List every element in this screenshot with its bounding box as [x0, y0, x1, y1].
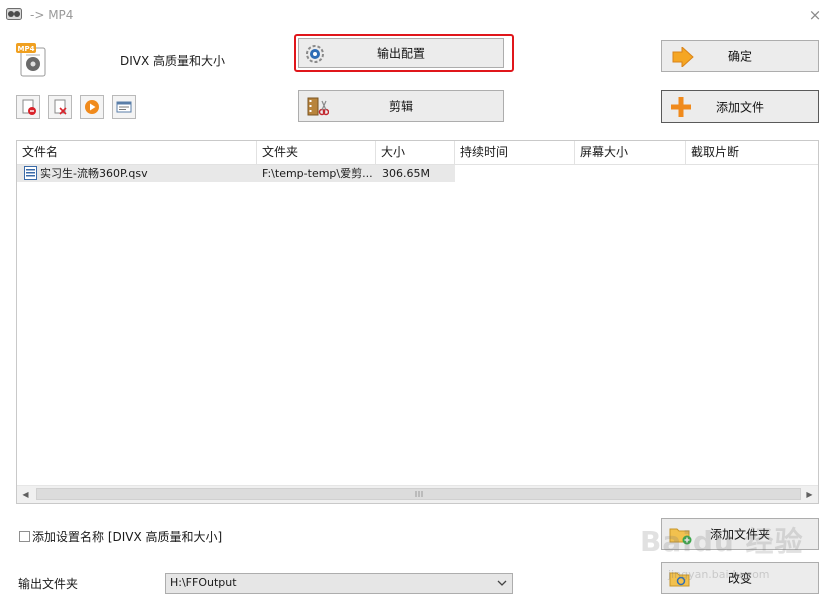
output-folder-label: 输出文件夹 [18, 577, 79, 591]
format-label: DIVX 高质量和大小 [120, 54, 226, 68]
column-header-duration[interactable]: 持续时间 [455, 141, 575, 164]
add-folder-button[interactable]: 添加文件夹 [661, 518, 819, 550]
add-folder-label: 添加文件夹 [709, 527, 770, 542]
ok-button[interactable]: 确定 [661, 40, 819, 72]
file-list-table[interactable]: 文件名 文件夹 大小 持续时间 屏幕大小 截取片断 实习生-流畅360P.qsv… [16, 140, 819, 504]
mp4-format-icon: MP4 [16, 43, 48, 77]
clear-list-icon [54, 99, 67, 115]
close-button[interactable]: × [806, 6, 824, 24]
change-label: 改变 [727, 571, 752, 586]
column-header-filename[interactable]: 文件名 [17, 141, 257, 164]
add-setting-name-label: 添加设置名称 [DIVX 高质量和大小] [32, 530, 223, 544]
chevron-down-icon [497, 580, 507, 586]
column-header-clip[interactable]: 截取片断 [686, 141, 818, 164]
window-title: -> MP4 [30, 8, 74, 22]
output-folder-select[interactable]: H:\FFOutput [165, 573, 513, 594]
cell-folder: F:\temp-temp\爱剪... [262, 167, 373, 180]
output-folder-value: H:\FFOutput [170, 576, 237, 589]
add-setting-name-checkbox[interactable] [19, 531, 30, 542]
play-icon [85, 100, 99, 114]
highlight-box [294, 34, 514, 72]
app-icon [6, 8, 22, 20]
video-file-icon [24, 166, 37, 183]
column-header-folder[interactable]: 文件夹 [257, 141, 376, 164]
cell-size: 306.65M [382, 167, 430, 180]
title-bar: -> MP4 × [0, 0, 833, 30]
remove-file-button[interactable] [16, 95, 40, 119]
scrollbar-thumb[interactable] [36, 488, 801, 500]
clip-label: 剪辑 [388, 99, 413, 114]
horizontal-scrollbar[interactable]: ◀ ▶ [17, 485, 818, 503]
media-info-icon [116, 101, 132, 113]
remove-file-icon [22, 99, 36, 115]
media-info-button[interactable] [112, 95, 136, 119]
clear-list-button[interactable] [48, 95, 72, 119]
table-row[interactable]: 实习生-流畅360P.qsv F:\temp-temp\爱剪... 306.65… [17, 165, 455, 182]
cell-filename: 实习生-流畅360P.qsv [40, 167, 148, 180]
play-button[interactable] [80, 95, 104, 119]
add-file-button[interactable]: 添加文件 [661, 90, 819, 123]
scroll-left-icon[interactable]: ◀ [17, 486, 34, 503]
table-header: 文件名 文件夹 大小 持续时间 屏幕大小 截取片断 [17, 141, 818, 165]
clip-button[interactable]: 剪辑 [298, 90, 504, 122]
column-header-size[interactable]: 大小 [376, 141, 455, 164]
column-header-screen-size[interactable]: 屏幕大小 [575, 141, 686, 164]
change-button[interactable]: 改变 [661, 562, 819, 594]
mp4-badge-text: MP4 [18, 45, 35, 53]
ok-label: 确定 [727, 49, 752, 64]
scroll-right-icon[interactable]: ▶ [801, 486, 818, 503]
add-file-label: 添加文件 [715, 100, 764, 114]
